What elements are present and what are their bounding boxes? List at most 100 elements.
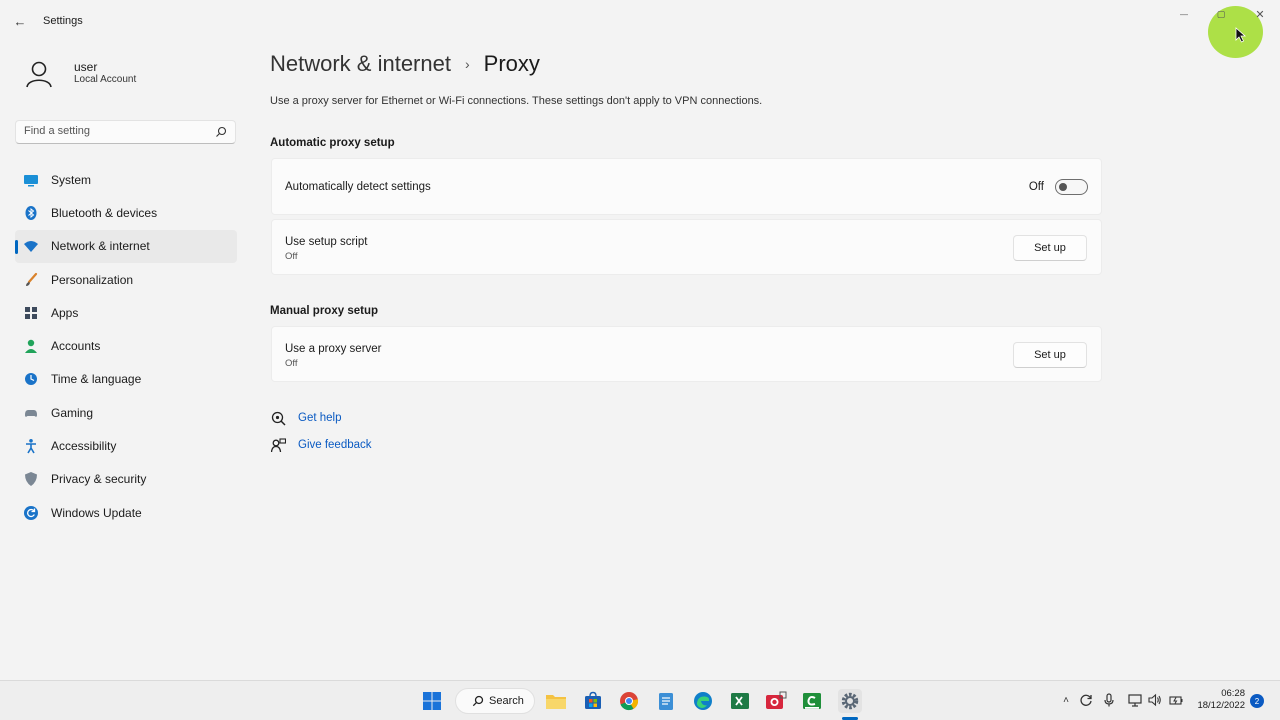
sidebar-item-accounts[interactable]: Accounts — [15, 329, 237, 362]
help-icon — [270, 410, 286, 426]
taskbar: Search ˄ 06:28 18/12/2022 2 — [0, 680, 1280, 720]
toggle-knob — [1059, 183, 1067, 191]
setup-script-status: Off — [285, 251, 298, 262]
taskbar-search-button[interactable]: Search — [455, 688, 535, 714]
notification-badge[interactable]: 2 — [1250, 694, 1264, 708]
detect-settings-card: Automatically detect settings Off — [271, 158, 1102, 215]
network-status-icon[interactable] — [1128, 693, 1142, 707]
app-title: Settings — [43, 15, 83, 27]
breadcrumb: Network & internet › Proxy — [270, 48, 540, 80]
minimize-icon: — — [1180, 9, 1188, 19]
page-title: Proxy — [483, 51, 540, 76]
search-icon — [216, 126, 227, 137]
setup-script-title: Use setup script — [285, 236, 368, 248]
user-avatar-icon — [26, 61, 52, 88]
proxy-server-status: Off — [285, 358, 298, 369]
accessibility-icon — [23, 438, 39, 454]
sidebar-item-apps[interactable]: Apps — [15, 296, 237, 329]
search-input[interactable] — [24, 125, 204, 137]
file-explorer-icon[interactable] — [544, 689, 568, 713]
sidebar-item-label: Privacy & security — [51, 472, 147, 487]
detect-settings-title: Automatically detect settings — [285, 181, 431, 193]
clock-date: 18/12/2022 — [1197, 700, 1245, 711]
sidebar-item-system[interactable]: System — [15, 163, 237, 196]
sidebar-item-label: Accessibility — [51, 439, 117, 454]
maximize-icon: ▢ — [1216, 8, 1226, 19]
detect-settings-toggle[interactable] — [1055, 179, 1088, 195]
sync-icon[interactable] — [1079, 693, 1093, 707]
sidebar-item-label: Apps — [51, 305, 79, 320]
sidebar-item-label: Network & internet — [51, 239, 150, 254]
sidebar-item-personalization[interactable]: Personalization — [15, 263, 237, 296]
battery-charging-icon[interactable] — [1169, 693, 1183, 707]
sidebar-item-gaming[interactable]: Gaming — [15, 396, 237, 429]
proxy-server-setup-button[interactable]: Set up — [1013, 342, 1087, 368]
avatar — [17, 54, 61, 94]
notepad-icon[interactable] — [654, 689, 678, 713]
sidebar-item-privacy-security[interactable]: Privacy & security — [15, 463, 237, 496]
close-button[interactable]: ✕ — [1246, 5, 1274, 23]
person-icon — [23, 338, 39, 354]
get-help-link[interactable]: Get help — [270, 409, 341, 427]
sidebar-nav: System Bluetooth & devices Network & int… — [15, 163, 237, 529]
proxy-server-card: Use a proxy server Off Set up — [271, 326, 1102, 382]
volume-icon[interactable] — [1148, 693, 1162, 707]
sidebar-item-label: Bluetooth & devices — [51, 205, 158, 220]
sidebar-item-network[interactable]: Network & internet — [15, 229, 237, 263]
give-feedback-link[interactable]: Give feedback — [270, 436, 372, 454]
sidebar-item-label: System — [51, 172, 92, 187]
wifi-icon — [23, 238, 39, 254]
section-title-manual: Manual proxy setup — [270, 305, 378, 317]
setup-script-button[interactable]: Set up — [1013, 235, 1087, 261]
setup-script-card: Use setup script Off Set up — [271, 219, 1102, 275]
page-description: Use a proxy server for Ethernet or Wi-Fi… — [270, 95, 763, 107]
settings-icon[interactable] — [838, 689, 862, 713]
bluetooth-icon — [23, 205, 39, 221]
sidebar-item-windows-update[interactable]: Windows Update — [15, 496, 237, 529]
feedback-icon — [270, 437, 286, 453]
sidebar-item-accessibility[interactable]: Accessibility — [15, 429, 237, 462]
taskbar-clock[interactable]: 06:28 18/12/2022 — [1190, 688, 1245, 712]
sidebar-item-label: Time & language — [51, 372, 142, 387]
minimize-button[interactable]: — — [1170, 5, 1198, 23]
back-button[interactable]: ← — [10, 11, 30, 31]
sidebar-item-label: Gaming — [51, 405, 94, 420]
monitor-icon — [23, 172, 39, 188]
breadcrumb-parent-link[interactable]: Network & internet — [270, 51, 451, 77]
find-setting-search[interactable] — [15, 120, 236, 144]
shield-icon — [23, 471, 39, 487]
camera-app-icon[interactable] — [764, 689, 788, 713]
sidebar-item-time-language[interactable]: Time & language — [15, 363, 237, 396]
microphone-icon[interactable] — [1102, 693, 1116, 707]
proxy-server-title: Use a proxy server — [285, 343, 382, 355]
section-title-automatic: Automatic proxy setup — [270, 137, 395, 149]
sidebar-item-label: Personalization — [51, 272, 134, 287]
toggle-state-label: Off — [1028, 181, 1044, 193]
cmd-icon[interactable] — [800, 689, 824, 713]
get-help-label: Get help — [298, 412, 342, 424]
sidebar-item-bluetooth[interactable]: Bluetooth & devices — [15, 196, 237, 229]
give-feedback-label: Give feedback — [298, 439, 372, 451]
mouse-cursor-icon — [1235, 27, 1247, 43]
maximize-button[interactable]: ▢ — [1207, 5, 1235, 23]
user-account-type: Local Account — [74, 74, 137, 85]
close-icon: ✕ — [1255, 8, 1265, 21]
store-icon[interactable] — [581, 689, 605, 713]
excel-icon[interactable] — [728, 689, 752, 713]
windows-start-icon[interactable] — [420, 689, 444, 713]
clock-time: 06:28 — [1221, 688, 1245, 699]
user-name: user — [74, 60, 98, 74]
chevron-right-icon: › — [464, 56, 470, 72]
user-profile[interactable]: user Local Account — [15, 52, 235, 96]
title-bar: ← Settings — ▢ ✕ — [0, 0, 1280, 58]
apps-icon — [23, 305, 39, 321]
chrome-icon[interactable] — [617, 689, 641, 713]
sidebar-item-label: Accounts — [51, 339, 101, 354]
edge-icon[interactable] — [691, 689, 715, 713]
taskbar-search-icon — [472, 695, 484, 707]
globe-clock-icon — [23, 371, 39, 387]
gamepad-icon — [23, 405, 39, 421]
back-arrow-icon: ← — [13, 13, 27, 29]
tray-overflow-chevron-icon[interactable]: ˄ — [1059, 693, 1073, 707]
sidebar-item-label: Windows Update — [51, 505, 142, 520]
